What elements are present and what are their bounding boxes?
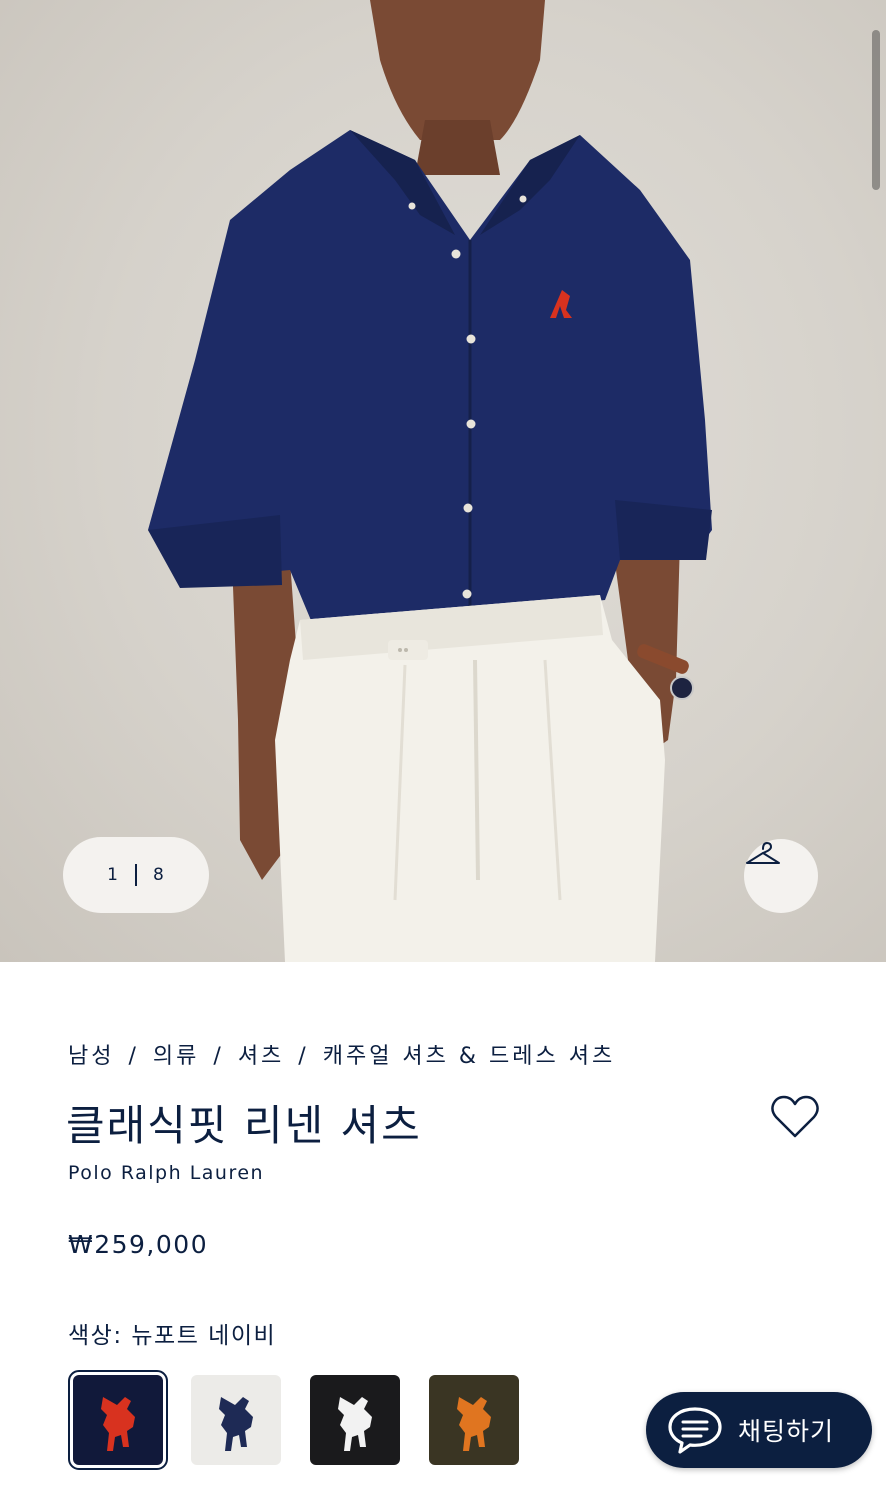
- scroll-indicator[interactable]: [872, 30, 880, 190]
- product-title: 클래식핏 리넨 셔츠: [66, 1101, 422, 1150]
- color-label: 색상: 뉴포트 네이비: [68, 1323, 277, 1349]
- color-swatch-black[interactable]: [310, 1375, 400, 1465]
- polo-pony-icon: [429, 1375, 519, 1465]
- hanger-icon: [746, 842, 780, 864]
- polo-pony-icon: [73, 1375, 163, 1465]
- breadcrumb-item[interactable]: 의류: [153, 1044, 199, 1069]
- breadcrumb-separator: /: [213, 1044, 224, 1069]
- product-price: ₩259,000: [68, 1230, 209, 1259]
- product-page: 1 8 남성 / 의류 / 셔츠 / 캐주얼 셔츠 & 드레스 셔츠 클래식핏 리넨 셔츠 …: [0, 0, 886, 1500]
- color-swatch-white[interactable]: [191, 1375, 281, 1465]
- polo-pony-icon: [310, 1375, 400, 1465]
- image-counter: 1 8: [63, 837, 209, 913]
- current-image-index: 1: [107, 865, 119, 885]
- breadcrumb-item[interactable]: 셔츠: [238, 1044, 284, 1069]
- heart-icon: [771, 1095, 819, 1138]
- breadcrumb: 남성 / 의류 / 셔츠 / 캐주얼 셔츠 & 드레스 셔츠: [68, 1038, 615, 1070]
- brand-name: Polo Ralph Lauren: [68, 1162, 265, 1184]
- product-image-gallery[interactable]: 1 8: [0, 0, 886, 962]
- chat-bubble-icon: [668, 1407, 722, 1454]
- breadcrumb-item[interactable]: 캐주얼 셔츠 & 드레스 셔츠: [323, 1044, 616, 1069]
- color-swatch-olive[interactable]: [429, 1375, 519, 1465]
- polo-pony-icon: [191, 1375, 281, 1465]
- breadcrumb-item[interactable]: 남성: [68, 1044, 114, 1069]
- wishlist-button[interactable]: [770, 1094, 820, 1140]
- color-swatch-navy[interactable]: [68, 1370, 168, 1470]
- breadcrumb-separator: /: [128, 1044, 139, 1069]
- chat-button-label: 채팅하기: [738, 1417, 835, 1446]
- product-photo: [148, 0, 712, 962]
- total-images: 8: [153, 865, 165, 885]
- counter-divider: [135, 864, 137, 886]
- hanger-button[interactable]: [744, 839, 818, 913]
- chat-button[interactable]: 채팅하기: [646, 1392, 872, 1468]
- breadcrumb-separator: /: [298, 1044, 309, 1069]
